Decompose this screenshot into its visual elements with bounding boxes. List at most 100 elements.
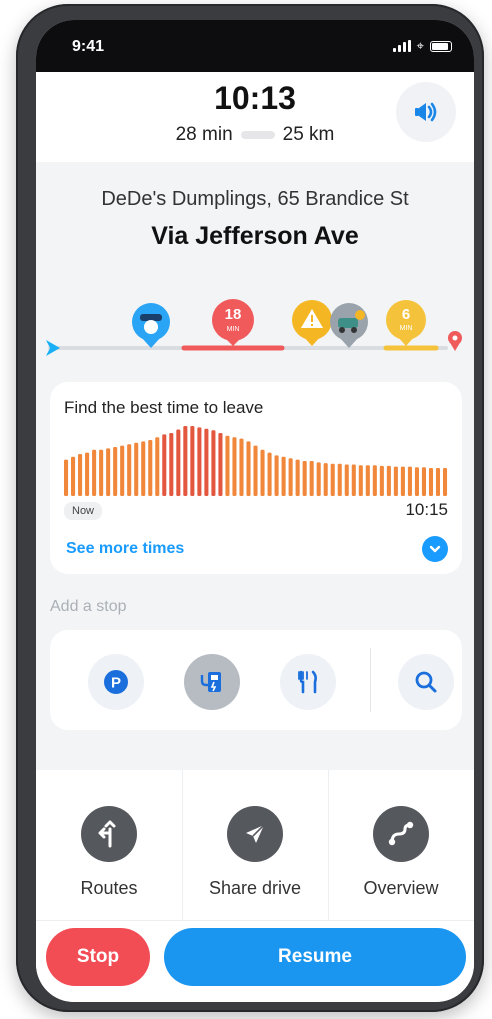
time-bar[interactable] — [85, 452, 90, 496]
app-screen: 9:41 ⌖ 10:13 28 min 25 km DeDe's Dumplin… — [36, 20, 474, 1002]
chevron-down-icon[interactable] — [422, 536, 448, 562]
time-bar[interactable] — [281, 456, 286, 496]
time-bar[interactable] — [316, 462, 321, 496]
traffic-delay-value: 18 — [225, 306, 242, 323]
time-bar[interactable] — [141, 441, 146, 496]
time-bar[interactable] — [71, 456, 76, 496]
restaurant-button[interactable] — [280, 654, 336, 710]
time-bar[interactable] — [64, 459, 69, 496]
time-bar[interactable] — [407, 466, 412, 496]
time-bar[interactable] — [435, 468, 441, 496]
restaurant-icon — [298, 670, 317, 694]
trip-header: 10:13 28 min 25 km — [36, 72, 474, 162]
resume-button[interactable]: Resume — [164, 928, 466, 986]
time-bar[interactable] — [190, 426, 195, 496]
parking-button[interactable]: P — [88, 654, 144, 710]
time-bar[interactable] — [99, 449, 104, 496]
time-bar[interactable] — [267, 452, 272, 496]
time-bar[interactable] — [351, 464, 356, 497]
ev-charging-button[interactable] — [184, 654, 240, 710]
destination-name: DeDe's Dumplings, 65 Brandice St — [101, 188, 409, 210]
time-bar[interactable] — [372, 465, 377, 496]
traffic-marker-6[interactable]: 6 MIN — [386, 300, 426, 346]
time-bar[interactable] — [365, 465, 370, 496]
routes-label: Routes — [80, 878, 138, 898]
routes-icon — [81, 806, 137, 862]
traffic-marker-18[interactable]: 18 MIN — [212, 299, 254, 346]
add-stop-card: P — [50, 630, 462, 730]
time-bar[interactable] — [127, 444, 132, 496]
time-bar[interactable] — [253, 445, 258, 496]
hazard-marker[interactable] — [292, 300, 332, 346]
time-bar[interactable] — [337, 463, 342, 496]
time-bar[interactable] — [225, 435, 230, 496]
time-bar[interactable] — [288, 458, 293, 496]
traffic-delay-unit: MIN — [227, 326, 240, 333]
time-bar[interactable] — [204, 428, 209, 496]
search-button[interactable] — [398, 654, 454, 710]
time-bar[interactable] — [323, 463, 328, 496]
time-bar[interactable] — [211, 430, 216, 496]
stop-button[interactable]: Stop — [46, 928, 150, 986]
time-bar[interactable] — [183, 426, 188, 496]
time-bar[interactable] — [232, 437, 237, 496]
signal-icon — [392, 40, 411, 52]
time-bar[interactable] — [309, 461, 314, 496]
traffic-delay-unit-2: MIN — [400, 325, 413, 332]
time-bar[interactable] — [302, 461, 307, 496]
time-bar[interactable] — [155, 437, 160, 496]
route-via: Via Jefferson Ave — [151, 222, 359, 250]
share-icon — [227, 806, 283, 862]
speaker-icon — [415, 102, 437, 122]
bottom-sheet: Routes Share drive Overview Stop Resume — [36, 770, 474, 1002]
time-bar[interactable] — [134, 442, 139, 496]
time-bar[interactable] — [92, 449, 97, 496]
best-time-card[interactable]: Find the best time to leave Now 10:15 Se… — [50, 382, 462, 574]
time-bar[interactable] — [260, 449, 265, 496]
status-time: 9:41 — [72, 38, 105, 55]
time-bar[interactable] — [218, 433, 223, 496]
overview-icon — [373, 806, 429, 862]
overview-button[interactable]: Overview — [328, 770, 474, 920]
ev-charging-icon — [200, 672, 221, 692]
time-bar[interactable] — [239, 438, 244, 496]
time-bar[interactable] — [162, 434, 167, 496]
best-time-title: Find the best time to leave — [64, 398, 264, 417]
crash-marker[interactable] — [330, 303, 368, 348]
police-marker[interactable] — [132, 303, 170, 348]
departure-time-bars[interactable] — [64, 426, 450, 496]
time-bar[interactable] — [274, 455, 279, 496]
time-bar[interactable] — [176, 429, 181, 497]
time-bar[interactable] — [400, 466, 405, 496]
time-bar[interactable] — [379, 465, 384, 496]
time-bar[interactable] — [169, 433, 174, 496]
time-bar[interactable] — [246, 441, 251, 496]
time-bar[interactable] — [148, 440, 153, 496]
share-drive-button[interactable]: Share drive — [182, 770, 328, 920]
parking-icon: P — [104, 670, 128, 694]
see-more-times-link[interactable]: See more times — [66, 540, 184, 558]
end-time-label: 10:15 — [405, 500, 448, 519]
status-icons: ⌖ — [392, 38, 452, 54]
time-bar[interactable] — [442, 468, 448, 496]
sound-button[interactable] — [396, 82, 456, 142]
time-bar[interactable] — [421, 467, 426, 496]
time-bar[interactable] — [295, 459, 300, 496]
routes-button[interactable]: Routes — [36, 770, 182, 920]
now-label: Now — [64, 502, 103, 520]
time-bar[interactable] — [197, 427, 202, 496]
destination-pin-icon — [448, 331, 462, 351]
time-bar[interactable] — [330, 463, 335, 496]
time-bar[interactable] — [386, 465, 391, 496]
time-bar[interactable] — [113, 447, 118, 496]
time-bar[interactable] — [428, 468, 434, 496]
add-stop-label: Add a stop — [50, 598, 127, 615]
time-bar[interactable] — [78, 454, 83, 496]
route-timeline: 18 MIN 6 MIN — [46, 299, 462, 356]
time-bar[interactable] — [120, 445, 125, 496]
time-bar[interactable] — [393, 466, 398, 496]
time-bar[interactable] — [414, 467, 419, 496]
time-bar[interactable] — [358, 465, 363, 496]
time-bar[interactable] — [344, 464, 349, 497]
time-bar[interactable] — [106, 448, 111, 496]
